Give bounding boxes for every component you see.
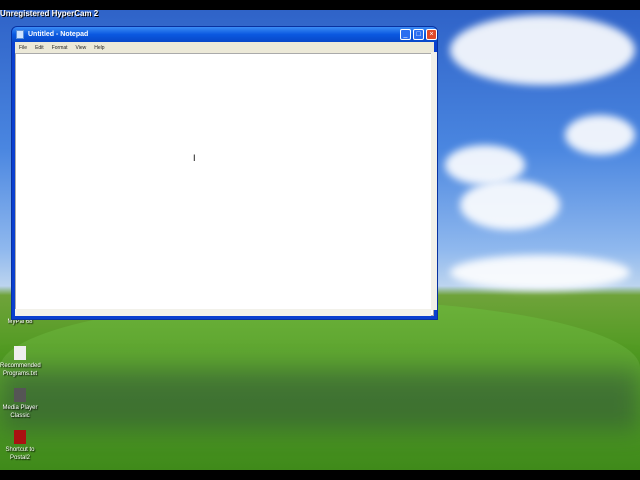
- media-player-icon: [14, 388, 26, 402]
- maximize-button[interactable]: □: [413, 29, 424, 40]
- horizontal-scrollbar[interactable]: [15, 309, 431, 316]
- title-bar[interactable]: Untitled - Notepad _ □ ×: [12, 27, 437, 42]
- menu-bar: File Edit Format View Help: [15, 42, 434, 53]
- text-area[interactable]: [15, 53, 434, 316]
- desktop-icon-postal2[interactable]: Shortcut to Postal2: [0, 430, 40, 462]
- text-cursor-icon: I: [193, 153, 196, 163]
- desktop-icon-recommended-programs[interactable]: Recommended Programs.txt: [0, 346, 41, 378]
- window-title: Untitled - Notepad: [28, 31, 89, 38]
- menu-view[interactable]: View: [76, 45, 87, 51]
- vertical-scrollbar[interactable]: [431, 52, 437, 310]
- menu-edit[interactable]: Edit: [35, 45, 44, 51]
- notepad-window: Untitled - Notepad _ □ × File Edit Forma…: [11, 26, 438, 320]
- text-file-icon: [14, 346, 26, 360]
- notepad-icon: [16, 30, 24, 39]
- minimize-button[interactable]: _: [400, 29, 411, 40]
- hypercam-watermark: Unregistered HyperCam 2: [0, 9, 99, 18]
- desktop-icon-media-player-classic[interactable]: Media Player Classic: [0, 388, 40, 420]
- close-button[interactable]: ×: [426, 29, 437, 40]
- menu-file[interactable]: File: [19, 45, 27, 51]
- game-shortcut-icon: [14, 430, 26, 444]
- menu-help[interactable]: Help: [94, 45, 104, 51]
- menu-format[interactable]: Format: [52, 45, 68, 51]
